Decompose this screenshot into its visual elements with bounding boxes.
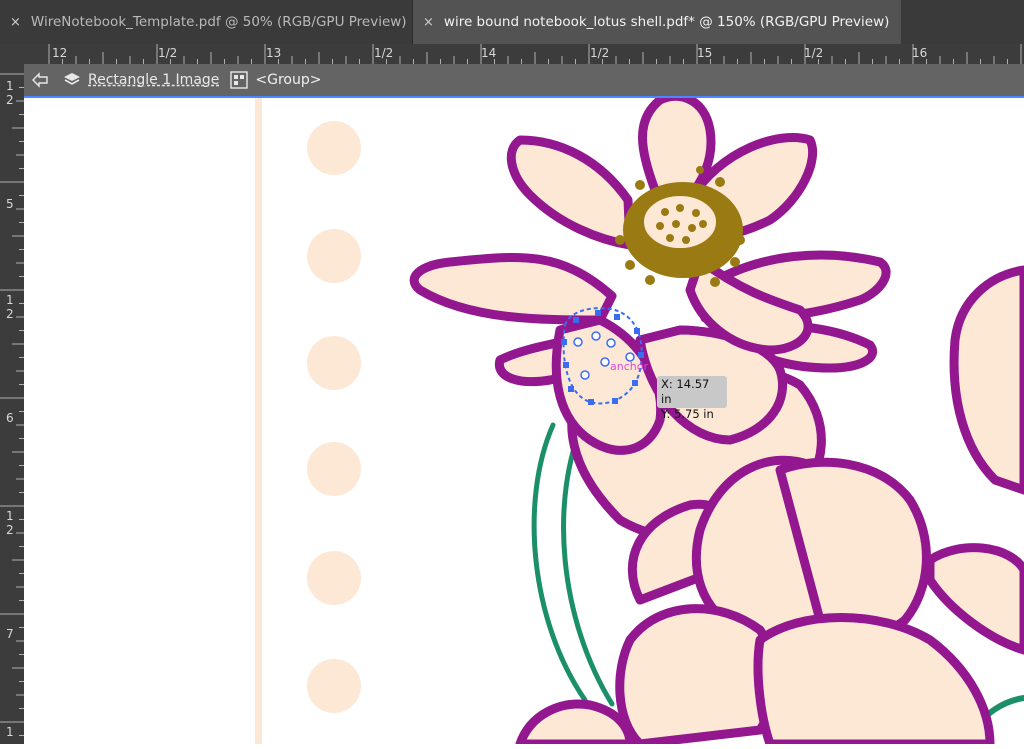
- vertical-ruler[interactable]: 1 2 5 1 2 6 1 2 7 1: [0, 64, 24, 744]
- document-tab-bar: × WireNotebook_Template.pdf @ 50% (RGB/G…: [0, 0, 1024, 44]
- ruler-label: 7: [6, 627, 14, 641]
- ruler-label: 1: [6, 509, 14, 523]
- ruler-label: 13: [266, 46, 281, 60]
- tab-label: WireNotebook_Template.pdf @ 50% (RGB/GPU…: [30, 14, 407, 30]
- lotus-bud-right: [949, 265, 1024, 495]
- tab-lotus-shell[interactable]: × wire bound notebook_lotus shell.pdf* @…: [413, 0, 901, 44]
- anchor-label: anchor: [610, 360, 648, 373]
- tab-label: wire bound notebook_lotus shell.pdf* @ 1…: [443, 14, 890, 30]
- ruler-label: 1/2: [590, 46, 609, 60]
- coordinate-tooltip: X: 14.57 in Y: 5.75 in: [657, 376, 727, 421]
- horizontal-ruler[interactable]: 12 1/2 13 1/2 14 1/2 15 1/2 16: [0, 44, 1024, 64]
- ruler-label: 1/2: [374, 46, 393, 60]
- ruler-label: 15: [697, 46, 712, 60]
- ruler-label: 5: [6, 197, 14, 211]
- binding-holes: [307, 121, 361, 713]
- ruler-label: 1/2: [158, 46, 177, 60]
- tooltip-y: Y: 5.75 in: [661, 407, 714, 421]
- close-icon[interactable]: ×: [10, 15, 21, 30]
- back-arrow-icon[interactable]: [30, 72, 50, 88]
- ruler-label: 1: [6, 293, 14, 307]
- ruler-label: 1: [6, 725, 14, 739]
- ruler-label: 1: [6, 79, 14, 93]
- ruler-label: 12: [52, 46, 67, 60]
- ruler-label: 2: [6, 523, 14, 537]
- ruler-label: 14: [481, 46, 496, 60]
- lotus-bud-large: [515, 455, 1024, 744]
- ruler-label: 6: [6, 411, 14, 425]
- tab-wirenotebook-template[interactable]: × WireNotebook_Template.pdf @ 50% (RGB/G…: [0, 0, 413, 44]
- isolation-mode-breadcrumb: Rectangle 1 Image <Group>: [24, 64, 1024, 98]
- breadcrumb-group[interactable]: <Group>: [255, 72, 321, 88]
- layers-icon: [62, 72, 82, 88]
- breadcrumb-rectangle-image[interactable]: Rectangle 1 Image: [88, 72, 219, 88]
- close-icon[interactable]: ×: [423, 15, 434, 30]
- ruler-label: 16: [912, 46, 927, 60]
- margin-guide-line: [255, 98, 262, 744]
- artboard-canvas[interactable]: anchor X: 14.57 in Y: 5.75 in: [24, 98, 1024, 744]
- group-icon: [229, 71, 249, 89]
- ruler-label: 1/2: [804, 46, 823, 60]
- ruler-label: 2: [6, 93, 14, 107]
- tooltip-x: X: 14.57 in: [661, 377, 710, 406]
- ruler-label: 2: [6, 307, 14, 321]
